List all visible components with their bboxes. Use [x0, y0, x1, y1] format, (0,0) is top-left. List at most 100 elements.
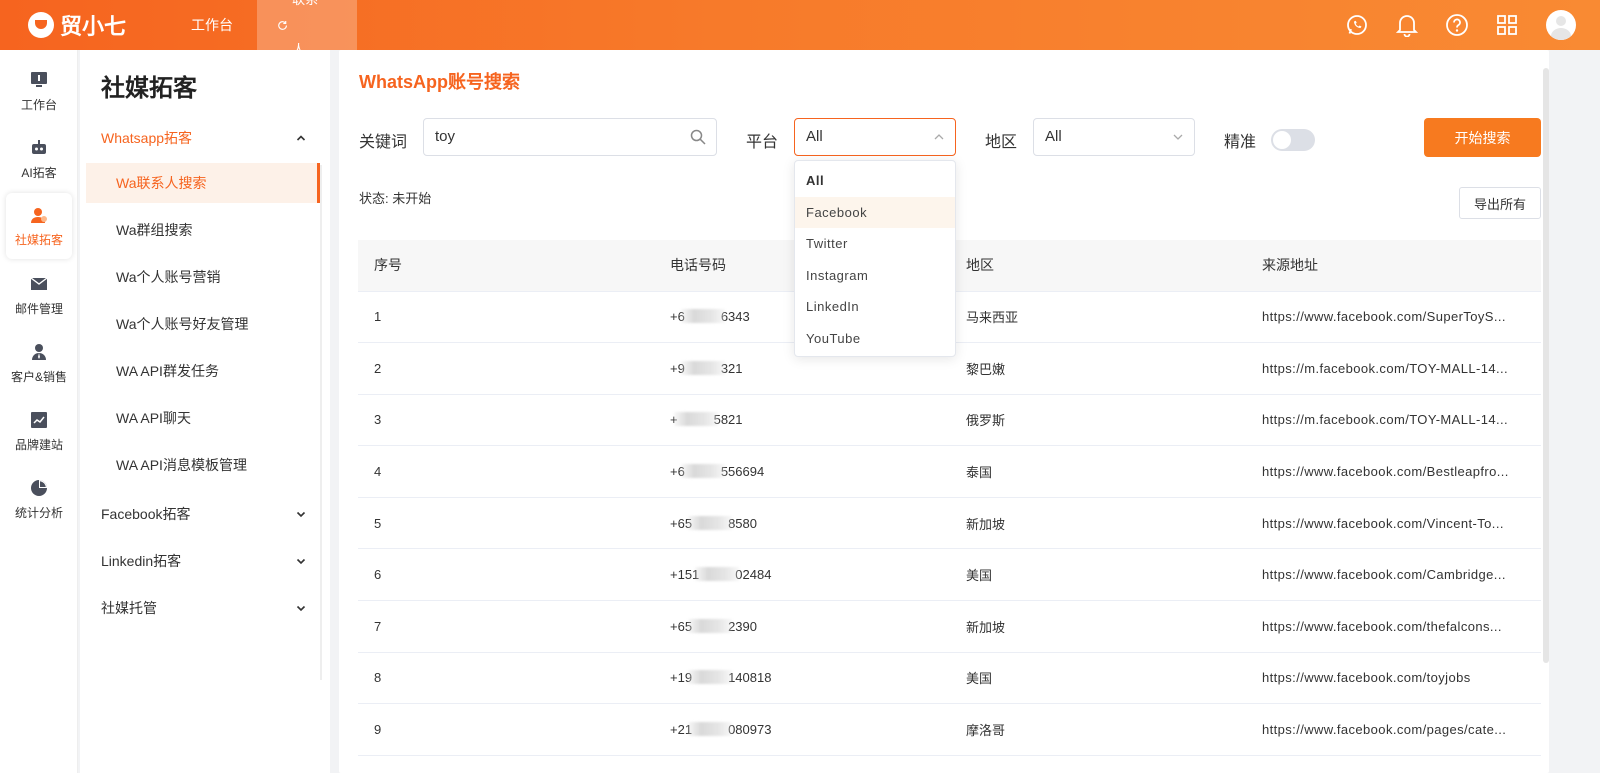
help-icon[interactable]	[1432, 0, 1482, 50]
app-logo[interactable]: 贸小七	[28, 10, 126, 40]
platform-option-twitter[interactable]: Twitter	[795, 228, 955, 260]
sidebar-group-social-hosting[interactable]: 社媒托管	[101, 598, 306, 618]
cell-source-url[interactable]: https://www.facebook.com/Vincent-To...	[1246, 497, 1541, 550]
avatar[interactable]	[1546, 10, 1576, 40]
logo-icon	[28, 12, 54, 38]
app-name: 贸小七	[60, 14, 127, 39]
platform-label: 平台	[746, 134, 779, 151]
phone-suffix: 8580	[728, 515, 757, 531]
cell-phone: +21 080973	[654, 703, 950, 756]
platform-option-linkedin[interactable]: LinkedIn	[795, 291, 955, 323]
cell-source-url[interactable]: https://www.facebook.com/toyjobs	[1246, 652, 1541, 705]
rail-item-ai[interactable]: AI拓客	[6, 126, 72, 192]
phone-mask	[688, 722, 733, 737]
sidebar-group-whatsapp[interactable]: Whatsapp拓客	[101, 128, 306, 148]
platform-option-youtube[interactable]: YouTube	[795, 323, 955, 355]
group-label: Whatsapp拓客	[101, 130, 193, 146]
chart-line-icon	[29, 410, 49, 430]
cell-region: 新加坡	[950, 600, 1246, 653]
cell-region: 俄罗斯	[950, 394, 1246, 447]
rail-item-customer[interactable]: 客户&销售	[6, 330, 72, 396]
col-header-source: 来源地址	[1246, 240, 1541, 292]
cell-source-url[interactable]: https://m.facebook.com/TOY-MALL-14...	[1246, 342, 1541, 395]
chevron-up-icon	[296, 135, 306, 141]
cell-phone: +65 8580	[654, 497, 950, 550]
nav-workbench[interactable]: 工作台	[167, 0, 257, 50]
monitor-icon	[29, 70, 49, 90]
cell-source-url[interactable]: https://www.facebook.com/thefalcons...	[1246, 600, 1541, 653]
search-icon[interactable]	[690, 119, 706, 155]
sidebar-item-wa-personal-marketing[interactable]: Wa个人账号营销	[86, 257, 320, 297]
keyword-input[interactable]: toy	[423, 118, 717, 156]
robot-icon	[29, 138, 49, 158]
cell-phone: +6 556694	[654, 445, 950, 498]
platform-select[interactable]: All	[794, 118, 956, 156]
cell-region: 黎巴嫩	[950, 342, 1246, 395]
table-row[interactable]: 5 +65 8580 新加坡 https://www.facebook.com/Vinc…	[358, 497, 1541, 550]
exact-toggle[interactable]	[1271, 129, 1315, 151]
cell-region: 新加坡	[950, 497, 1246, 550]
table-row[interactable]: 3+5821俄罗斯https://m.facebook.com/TOY-MALL…	[358, 394, 1541, 447]
rail-item-social[interactable]: 社媒拓客	[6, 193, 72, 259]
cell-source-url[interactable]: https://www.facebook.com/Cambridge...	[1246, 548, 1541, 602]
rail-item-workbench[interactable]: 工作台	[6, 58, 72, 124]
cell-source-url[interactable]: https://www.facebook.com/SuperToyS...	[1246, 291, 1541, 344]
main-scrollbar[interactable]	[1543, 68, 1549, 663]
nav-tab-contacts[interactable]: 联系人...	[257, 0, 357, 57]
chevron-up-icon	[933, 119, 945, 155]
cell-index: 1	[358, 291, 654, 344]
chevron-down-icon	[1172, 119, 1184, 155]
sidebar-item-wa-api-chat[interactable]: WA API聊天	[86, 398, 320, 438]
table-row[interactable]: 7 +65 2390 新加坡 https://www.facebook.com/thef…	[358, 600, 1541, 653]
rail-item-mail[interactable]: 邮件管理	[6, 262, 72, 328]
phone-suffix: 140818	[728, 670, 772, 686]
sidebar-item-wa-api-broadcast[interactable]: WA API群发任务	[86, 351, 320, 391]
phone-suffix: 02484	[735, 567, 772, 583]
pie-chart-icon	[29, 478, 49, 498]
sidebar-item-wa-api-templates[interactable]: WA API消息模板管理	[86, 445, 320, 485]
platform-option-facebook[interactable]: Facebook	[795, 196, 955, 228]
mail-icon	[29, 274, 49, 294]
apps-grid-icon[interactable]	[1482, 0, 1532, 50]
cell-phone: +19 140818	[654, 652, 950, 705]
table-row[interactable]: 8 +19 140818 美国 https://www.facebook.com/toy…	[358, 652, 1541, 705]
exact-label: 精准	[1224, 134, 1257, 151]
cell-phone: +65 2390	[654, 600, 950, 653]
top-bar: 贸小七 工作台 联系人...	[0, 0, 1600, 57]
table-row[interactable]: 9 +21 080973 摩洛哥 https://www.facebook.com/pa…	[358, 703, 1541, 756]
table-row[interactable]: 6 +151 02484 美国 https://www.facebook.com/Cam…	[358, 548, 1541, 602]
whatsapp-icon[interactable]	[1332, 0, 1382, 50]
start-search-button[interactable]: 开始搜索	[1424, 118, 1541, 157]
sidebar-group-facebook[interactable]: Facebook拓客	[101, 504, 306, 524]
sidebar-group-linkedin[interactable]: Linkedin拓客	[101, 551, 306, 571]
platform-option-instagram[interactable]: Instagram	[795, 260, 955, 292]
sidebar-item-wa-contact-search[interactable]: Wa联系人搜索	[86, 163, 320, 203]
rail-item-brand[interactable]: 品牌建站	[6, 398, 72, 464]
cell-index: 6	[358, 548, 654, 602]
cell-source-url[interactable]: https://m.facebook.com/TOY-MALL-14...	[1246, 394, 1541, 447]
platform-value: All	[806, 128, 823, 145]
region-select[interactable]: All	[1033, 118, 1195, 156]
bell-icon[interactable]	[1382, 0, 1432, 50]
person-tie-icon	[29, 342, 49, 362]
platform-option-all[interactable]: All	[795, 165, 955, 197]
region-label: 地区	[985, 134, 1018, 151]
cell-source-url[interactable]: https://www.facebook.com/Bestleapfro...	[1246, 445, 1541, 498]
cell-region: 美国	[950, 548, 1246, 602]
sidebar-item-wa-friend-management[interactable]: Wa个人账号好友管理	[86, 304, 320, 344]
sidebar-scrollbar[interactable]	[320, 165, 322, 680]
phone-mask	[688, 670, 733, 685]
cell-source-url[interactable]: https://www.facebook.com/pages/cate...	[1246, 703, 1541, 756]
main-panel: WhatsApp账号搜索 关键词 toy 平台 All 地区 All 精准 开始…	[339, 50, 1549, 773]
table-row[interactable]: 4 +6 556694 泰国 https://www.facebook.com/Best…	[358, 445, 1541, 498]
region-value: All	[1045, 128, 1062, 145]
rail-item-stats[interactable]: 统计分析	[6, 466, 72, 532]
keyword-label: 关键词	[359, 134, 408, 151]
sidebar-item-wa-group-search[interactable]: Wa群组搜索	[86, 210, 320, 250]
rail-label: 工作台	[20, 97, 57, 112]
cell-index: 9	[358, 703, 654, 756]
export-all-button[interactable]: 导出所有	[1459, 187, 1541, 219]
refresh-icon	[278, 20, 287, 30]
phone-mask	[680, 309, 725, 324]
cell-region: 摩洛哥	[950, 703, 1246, 756]
